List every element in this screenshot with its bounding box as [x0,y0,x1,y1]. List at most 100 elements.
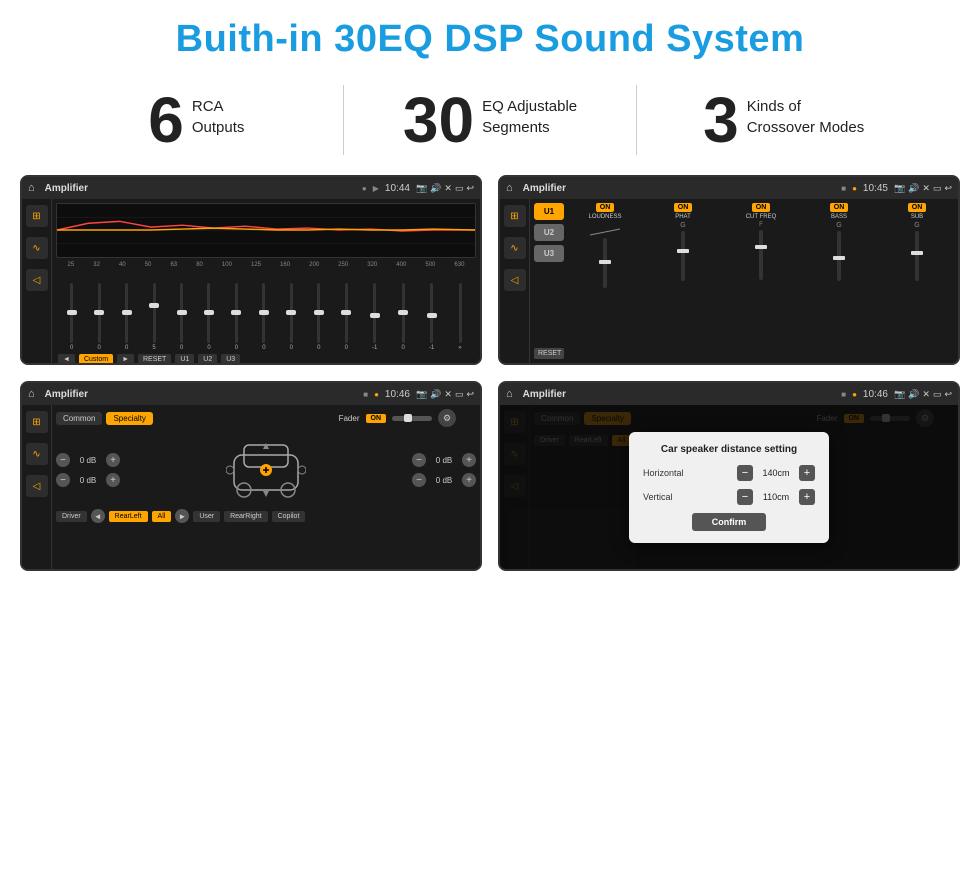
vol-val-3: 0 dB [430,456,458,465]
cross-rearleft-btn[interactable]: RearLeft [109,511,148,522]
cross-nav-right[interactable]: ► [175,509,189,523]
cross-copilot-btn[interactable]: Copilot [272,511,306,522]
eq-slider-10: 0 [317,283,320,351]
camera-icon: 📷 [416,183,427,194]
dialog-vertical-minus[interactable]: − [737,489,753,505]
dialog-camera-icon: 📷 [894,389,905,400]
eq-slider-8: 0 [262,283,265,351]
eq-u2-btn[interactable]: U2 [198,354,217,365]
dialog-home-icon[interactable]: ⌂ [506,388,513,400]
amp-content: ⊞ ∿ ◁ U1 U2 U3 RESET ON [500,199,958,363]
stat-rca: 6 RCA Outputs [60,88,333,152]
eq-slider-1: 0 [70,283,73,351]
eq-reset-btn[interactable]: RESET [138,354,171,365]
amp-cutfreq-label: CUT FREQ [746,214,777,220]
cross-specialty-tab[interactable]: Specialty [106,412,152,425]
amp-u1-btn[interactable]: U1 [534,203,564,220]
amp-phat-on[interactable]: ON [674,203,693,212]
eq-slider-6: 0 [207,283,210,351]
stat-eq: 30 EQ Adjustable Segments [354,88,627,152]
cross-home-icon[interactable]: ⌂ [28,388,35,400]
vol-val-1: 0 dB [74,456,102,465]
amp-phat-label: PHAT [675,214,691,220]
amp-loudness-slider[interactable] [603,238,607,288]
vol-val-2: 0 dB [74,476,102,485]
back-icon: ↩ [466,183,474,194]
vol-row-2: − 0 dB + [56,473,120,487]
amp-reset-btn[interactable]: RESET [534,348,564,359]
eq-speaker-btn[interactable]: ◁ [26,269,48,291]
vol-minus-2[interactable]: − [56,473,70,487]
eq-custom-btn[interactable]: Custom [79,354,113,365]
vol-row-3: − 0 dB + [412,453,476,467]
stat-text-crossover: Kinds of Crossover Modes [747,88,865,138]
cross-back-icon: ↩ [466,389,474,400]
vol-val-4: 0 dB [430,476,458,485]
cross-filter-btn[interactable]: ⊞ [26,411,48,433]
confirm-button[interactable]: Confirm [692,513,767,531]
vol-minus-3[interactable]: − [412,453,426,467]
dialog-horizontal-plus[interactable]: + [799,465,815,481]
amp-cutfreq-slider[interactable] [759,230,763,280]
amp-wave-btn[interactable]: ∿ [504,237,526,259]
amp-window-icon: ▭ [933,183,942,194]
amp-sub: ON SUB G [880,203,954,281]
amp-bass-on[interactable]: ON [830,203,849,212]
eq-slider-13: 0 [401,283,404,351]
dialog-vertical-plus[interactable]: + [799,489,815,505]
vol-plus-4[interactable]: + [462,473,476,487]
dialog-time: 10:46 [863,389,888,400]
dialog-horizontal-label: Horizontal [643,468,698,478]
vol-plus-3[interactable]: + [462,453,476,467]
dialog-vertical-row: Vertical − 110cm + [643,489,815,505]
dialog-topbar-title: Amplifier [523,389,836,400]
cross-close-icon: ✕ [444,389,452,400]
amp-main: U1 U2 U3 RESET ON LOUDNESS [530,199,958,363]
cross-all-btn[interactable]: All [152,511,172,522]
amp-home-icon[interactable]: ⌂ [506,182,513,194]
amp-loudness-on[interactable]: ON [596,203,615,212]
dialog-back-icon: ↩ [944,389,952,400]
dialog-vertical-controls: − 110cm + [737,489,815,505]
cross-dot: ● [374,390,379,399]
dialog-horizontal-minus[interactable]: − [737,465,753,481]
cross-rec: ■ [363,390,368,399]
vol-minus-4[interactable]: − [412,473,426,487]
cross-time: 10:46 [385,389,410,400]
cross-screen: ⌂ Amplifier ■ ● 10:46 📷 🔊 ✕ ▭ ↩ ⊞ ∿ ◁ [20,381,482,571]
vol-plus-2[interactable]: + [106,473,120,487]
cross-fader-on[interactable]: ON [366,414,387,423]
cross-speaker-btn[interactable]: ◁ [26,475,48,497]
amp-u2-btn[interactable]: U2 [534,224,564,241]
eq-u1-btn[interactable]: U1 [175,354,194,365]
eq-topbar-icons: 📷 🔊 ✕ ▭ ↩ [416,183,474,194]
cross-rearright-btn[interactable]: RearRight [224,511,268,522]
eq-prev-btn[interactable]: ◄ [58,354,75,365]
cross-common-tab[interactable]: Common [56,412,102,425]
eq-wave-btn[interactable]: ∿ [26,237,48,259]
amp-filter-btn[interactable]: ⊞ [504,205,526,227]
eq-u3-btn[interactable]: U3 [221,354,240,365]
vol-plus-1[interactable]: + [106,453,120,467]
amp-sub-slider[interactable] [915,231,919,281]
eq-freq-labels: 253240506380100125160200250320400500630 [56,262,476,268]
cross-settings-icon[interactable]: ⚙ [438,409,456,427]
amp-cutfreq-on[interactable]: ON [752,203,771,212]
cross-wave-btn[interactable]: ∿ [26,443,48,465]
amp-controls-row: ON LOUDNESS [568,203,954,288]
amp-phat-slider[interactable] [681,231,685,281]
eq-filter-btn[interactable]: ⊞ [26,205,48,227]
amp-speaker-btn[interactable]: ◁ [504,269,526,291]
fader-track[interactable] [392,416,432,421]
home-icon[interactable]: ⌂ [28,182,35,194]
dialog-window-icon: ▭ [933,389,942,400]
cross-nav-left[interactable]: ◄ [91,509,105,523]
eq-play-btn[interactable]: ► [117,354,134,365]
amp-u3-btn[interactable]: U3 [534,245,564,262]
amp-bass-slider[interactable] [837,231,841,281]
cross-user-btn[interactable]: User [193,511,220,522]
dialog-horizontal-controls: − 140cm + [737,465,815,481]
cross-driver-btn[interactable]: Driver [56,511,87,522]
vol-minus-1[interactable]: − [56,453,70,467]
amp-sub-on[interactable]: ON [908,203,927,212]
